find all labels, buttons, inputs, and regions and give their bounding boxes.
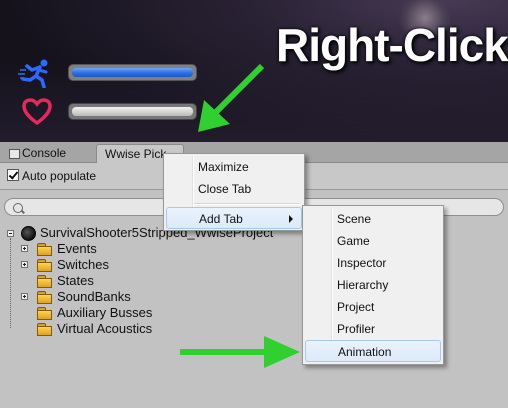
switches-expander-icon[interactable] bbox=[21, 261, 28, 268]
search-icon bbox=[13, 203, 23, 213]
stamina-bar bbox=[68, 64, 197, 81]
tree-item-auxiliary-busses[interactable]: Auxiliary Busses bbox=[0, 305, 200, 321]
running-man-icon bbox=[18, 59, 48, 88]
soundbanks-expander-icon[interactable] bbox=[21, 293, 28, 300]
menu-item-maximize[interactable]: Maximize bbox=[166, 156, 302, 178]
folder-icon bbox=[37, 291, 53, 304]
menu-item-game[interactable]: Game bbox=[305, 230, 441, 252]
add-tab-submenu: Scene Game Inspector Hierarchy Project P… bbox=[302, 205, 444, 365]
green-arrow-icon bbox=[198, 63, 265, 132]
tab-console-label: Console bbox=[22, 146, 67, 160]
root-expander-icon[interactable] bbox=[7, 230, 14, 237]
tree-item-label: Auxiliary Busses bbox=[57, 305, 153, 320]
tree-item-label: States bbox=[57, 273, 94, 288]
health-bar bbox=[68, 103, 197, 120]
menu-item-close-tab[interactable]: Close Tab bbox=[166, 178, 302, 200]
tree-item-events[interactable]: Events bbox=[0, 241, 200, 257]
menu-item-animation[interactable]: Animation bbox=[305, 340, 441, 362]
menu-item-add-tab[interactable]: Add Tab bbox=[166, 207, 302, 229]
tab-wwise-label: Wwise Pick bbox=[105, 147, 167, 161]
folder-icon bbox=[37, 243, 53, 256]
folder-icon bbox=[37, 307, 53, 320]
tree-item-switches[interactable]: Switches bbox=[0, 257, 200, 273]
tree-item-states[interactable]: States bbox=[0, 273, 200, 289]
console-icon bbox=[9, 149, 20, 159]
menu-item-scene[interactable]: Scene bbox=[305, 208, 441, 230]
tree-item-label: SoundBanks bbox=[57, 289, 131, 304]
tab-console[interactable]: Console bbox=[4, 144, 92, 162]
events-expander-icon[interactable] bbox=[21, 245, 28, 252]
tree-item-label: Events bbox=[57, 241, 97, 256]
green-arrow-icon bbox=[180, 336, 300, 368]
auto-populate-label: Auto populate bbox=[22, 169, 97, 183]
menu-item-add-tab-label: Add Tab bbox=[199, 212, 243, 226]
menu-item-project[interactable]: Project bbox=[305, 296, 441, 318]
folder-icon bbox=[37, 259, 53, 272]
tree-item-virtual-acoustics[interactable]: Virtual Acoustics bbox=[0, 321, 200, 337]
auto-populate-checkbox[interactable] bbox=[7, 169, 19, 181]
tree-item-label: Switches bbox=[57, 257, 110, 272]
wwise-project-icon bbox=[21, 226, 36, 241]
tree-item-soundbanks[interactable]: SoundBanks bbox=[0, 289, 200, 305]
submenu-arrow-icon bbox=[289, 215, 293, 223]
game-preview: Right-Click bbox=[0, 0, 508, 142]
menu-item-hierarchy[interactable]: Hierarchy bbox=[305, 274, 441, 296]
heart-icon bbox=[22, 98, 52, 126]
tree-item-label: Virtual Acoustics bbox=[57, 321, 153, 336]
folder-icon bbox=[37, 275, 53, 288]
folder-icon bbox=[37, 323, 53, 336]
menu-separator bbox=[194, 203, 300, 205]
menu-item-profiler[interactable]: Profiler bbox=[305, 318, 441, 340]
tab-context-menu: Maximize Close Tab Add Tab bbox=[163, 153, 305, 231]
callout-text: Right-Click bbox=[276, 19, 508, 71]
menu-item-inspector[interactable]: Inspector bbox=[305, 252, 441, 274]
